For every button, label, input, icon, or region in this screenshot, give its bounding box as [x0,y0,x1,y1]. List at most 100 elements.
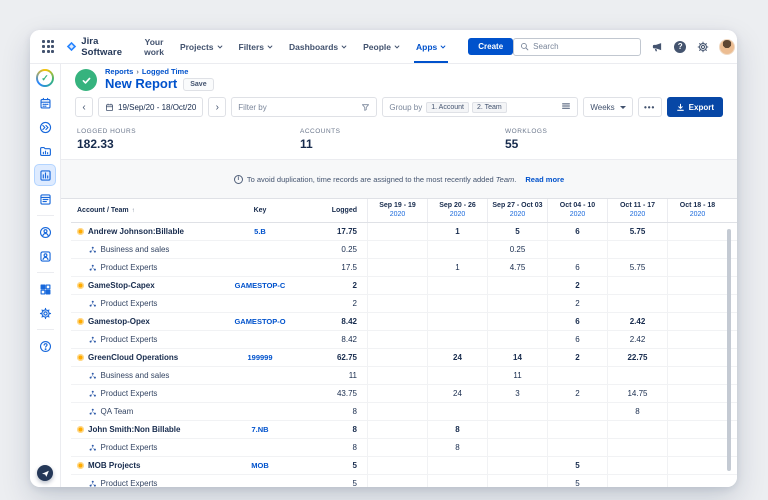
week-cell [367,385,427,402]
sidebar-apps-grid-icon[interactable] [35,279,55,299]
sidebar-bar-chart-icon[interactable] [35,165,55,185]
search-field[interactable] [533,42,634,51]
export-button[interactable]: Export [667,97,723,117]
key-cell[interactable]: 7.NB [225,421,295,438]
team-row[interactable]: QA Team88 [71,403,737,421]
week-cell [667,421,727,438]
team-name: Product Experts [71,295,225,312]
nav-item-projects[interactable]: Projects [172,30,231,63]
week-cell: 4.75 [487,259,547,276]
week-cell [487,403,547,420]
filter-by-dropdown[interactable]: Filter by [231,97,377,117]
column-week-sep-20-26[interactable]: Sep 20 - 262020 [427,199,487,222]
team-icon [89,408,97,416]
quickstart-icon[interactable] [37,465,53,481]
sidebar-expand-icon[interactable] [35,117,55,137]
chevron-down-icon [341,44,347,50]
week-cell [427,331,487,348]
week-cell [487,457,547,474]
prev-period-button[interactable]: ‹ [75,97,93,117]
account-row[interactable]: MOB ProjectsMOB55 [71,457,737,475]
week-cell [547,403,607,420]
week-cell [367,223,427,240]
create-button[interactable]: Create [468,38,513,55]
week-cell [667,223,727,240]
nav-item-dashboards[interactable]: Dashboards [281,30,355,63]
notifications-megaphone-icon[interactable] [650,40,664,54]
next-period-button[interactable]: › [208,97,226,117]
team-row[interactable]: Product Experts8.4262.42 [71,331,737,349]
team-row[interactable]: Product Experts22 [71,295,737,313]
search-input[interactable] [513,38,641,56]
account-row[interactable]: GreenCloud Operations19999962.752414222.… [71,349,737,367]
week-cell: 3 [487,385,547,402]
report-header: Reports › Logged Time New Report Save [61,64,737,94]
nav-item-apps[interactable]: Apps [408,30,454,63]
week-cell [547,439,607,456]
date-range-picker[interactable]: 19/Sep/20 - 18/Oct/20 [98,97,203,117]
sidebar-calendar-icon[interactable] [35,93,55,113]
key-cell[interactable]: GAMESTOP-C [225,277,295,294]
nav-item-your-work[interactable]: Your work [136,30,172,63]
team-icon [89,336,97,344]
key-cell [225,331,295,348]
account-row[interactable]: Andrew Johnson:Billable5.B17.751565.75 [71,223,737,241]
column-week-oct-18-18[interactable]: Oct 18 - 182020 [667,199,727,222]
app-switcher-icon[interactable] [40,38,56,54]
logged-cell: 2 [295,277,367,294]
sidebar-folder-reports-icon[interactable] [35,141,55,161]
sidebar-teams-icon[interactable] [35,222,55,242]
week-cell [667,403,727,420]
report-check-icon [75,69,97,91]
group-chip-2-team[interactable]: 2. Team [472,102,507,113]
column-account-team[interactable]: Account / Team↑ [71,199,225,222]
more-actions-button[interactable]: ••• [638,97,662,117]
table-scrollbar[interactable] [727,229,731,471]
group-chip-1-account[interactable]: 1. Account [426,102,469,113]
column-week-oct-04-10[interactable]: Oct 04 - 102020 [547,199,607,222]
team-row[interactable]: Product Experts17.514.7565.75 [71,259,737,277]
team-row[interactable]: Product Experts88 [71,439,737,457]
group-options-icon[interactable] [561,101,571,113]
user-avatar[interactable] [719,39,735,55]
group-by-control[interactable]: Group by 1. Account2. Team [382,97,578,117]
notice-band: i To avoid duplication, time records are… [61,160,737,198]
help-icon[interactable]: ? [673,40,687,54]
period-dropdown[interactable]: Weeks [583,97,632,117]
sidebar-settings-icon[interactable] [35,303,55,323]
column-week-oct-11-17[interactable]: Oct 11 - 172020 [607,199,667,222]
column-logged[interactable]: Logged [295,199,367,222]
team-row[interactable]: Product Experts43.75243214.75 [71,385,737,403]
account-row[interactable]: GameStop-CapexGAMESTOP-C22 [71,277,737,295]
logged-cell: 17.5 [295,259,367,276]
column-week-sep-19-19[interactable]: Sep 19 - 192020 [367,199,427,222]
week-cell [487,331,547,348]
nav-item-filters[interactable]: Filters [231,30,282,63]
week-cell [427,241,487,258]
tempo-logo-icon[interactable]: ✓ [36,69,54,87]
sidebar-accounts-icon[interactable] [35,246,55,266]
week-cell [367,349,427,366]
team-row[interactable]: Business and sales0.250.25 [71,241,737,259]
read-more-link[interactable]: Read more [525,175,564,184]
app-sidebar: ✓ [30,64,61,487]
key-cell[interactable]: 199999 [225,349,295,366]
column-key[interactable]: Key [225,199,295,222]
account-row[interactable]: John Smith:Non Billable7.NB88 [71,421,737,439]
key-cell[interactable]: 5.B [225,223,295,240]
settings-icon[interactable] [696,40,710,54]
account-row[interactable]: Gamestop-OpexGAMESTOP-O8.4262.42 [71,313,737,331]
nav-item-people[interactable]: People [355,30,408,63]
team-row[interactable]: Product Experts55 [71,475,737,487]
save-button[interactable]: Save [183,78,213,91]
week-cell: 2 [547,295,607,312]
sidebar-help-icon[interactable] [35,336,55,356]
key-cell[interactable]: MOB [225,457,295,474]
stat-value: 182.33 [77,137,300,151]
sidebar-report-icon[interactable] [35,189,55,209]
column-week-sep-27-oct-03[interactable]: Sep 27 - Oct 032020 [487,199,547,222]
jira-logo[interactable]: Jira Software [66,36,122,58]
stat-logged-hours: LOGGED HOURS 182.33 [77,128,300,151]
key-cell[interactable]: GAMESTOP-O [225,313,295,330]
team-row[interactable]: Business and sales1111 [71,367,737,385]
